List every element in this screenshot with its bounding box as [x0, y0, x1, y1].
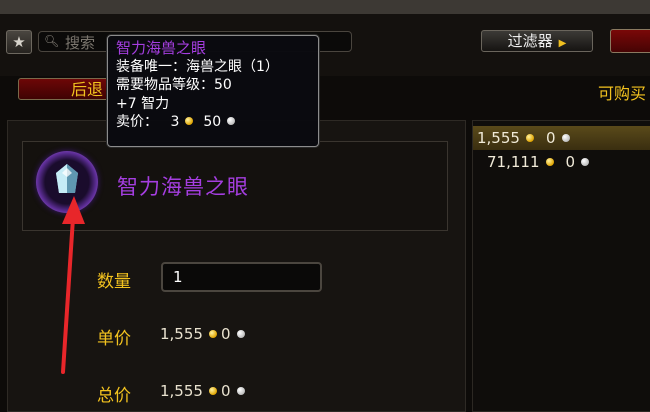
gold-coin-icon [185, 117, 194, 125]
gold-coin-icon [525, 133, 534, 142]
item-tooltip: 智力海兽之眼 装备唯一：海兽之眼（1） 需要物品等级：50 +7 智力 卖价： … [107, 35, 319, 147]
quantity-label: 数量 [97, 272, 131, 292]
filter-label: 过滤器 [507, 32, 553, 50]
quantity-input[interactable]: 1 [161, 262, 322, 292]
gold-coin-icon [208, 386, 217, 395]
gem-icon[interactable] [36, 151, 98, 213]
item-name: 智力海兽之眼 [117, 175, 249, 199]
tooltip-sell-gold: 3 [170, 114, 180, 130]
total-price-label: 总价 [97, 386, 131, 406]
unit-price-label: 单价 [97, 329, 131, 349]
search-button[interactable] [610, 29, 650, 53]
filter-button[interactable]: 过滤器 ▶ [481, 30, 593, 52]
result-silver: 0 [565, 153, 576, 171]
silver-coin-icon [236, 329, 245, 338]
silver-coin-icon [581, 157, 590, 166]
tooltip-unique-equipped: 装备唯一：海兽之眼（1） [116, 58, 279, 75]
favorite-button[interactable]: ★ [6, 30, 32, 54]
tooltip-sell-label: 卖价： [116, 114, 158, 130]
total-price-gold: 1,555 [160, 382, 203, 400]
tooltip-stat: +7 智力 [116, 95, 170, 112]
silver-coin-icon [236, 386, 245, 395]
silver-coin-icon [227, 117, 236, 125]
triangle-right-icon: ▶ [558, 38, 567, 49]
search-icon: 🔍︎ [44, 34, 60, 48]
result-gold: 1,555 [477, 129, 520, 147]
result-silver: 0 [545, 129, 556, 147]
tooltip-sell-silver: 50 [203, 114, 222, 130]
result-row[interactable]: 71,111 0 [473, 150, 650, 174]
tooltip-item-level-requirement: 需要物品等级：50 [116, 77, 232, 93]
tooltip-sell-price: 卖价： 3 50 [116, 113, 310, 132]
top-frame-strip [0, 0, 650, 14]
gold-coin-icon [545, 157, 554, 166]
result-gold: 71,111 [487, 153, 540, 171]
star-icon: ★ [12, 33, 26, 51]
total-price-silver: 0 [220, 382, 231, 400]
unit-price-gold: 1,555 [160, 325, 203, 343]
buyable-label: 可购买 [598, 84, 647, 103]
search-placeholder: 搜索 [65, 34, 96, 52]
result-row[interactable]: 1,555 0 [473, 126, 650, 150]
unit-price-silver: 0 [220, 325, 231, 343]
unit-price-value: 1,555 0 [160, 325, 249, 343]
total-price-value: 1,555 0 [160, 382, 249, 400]
gold-coin-icon [208, 329, 217, 338]
back-button[interactable]: 后退 [18, 78, 110, 100]
silver-coin-icon [561, 133, 570, 142]
tooltip-title: 智力海兽之眼 [116, 39, 207, 57]
